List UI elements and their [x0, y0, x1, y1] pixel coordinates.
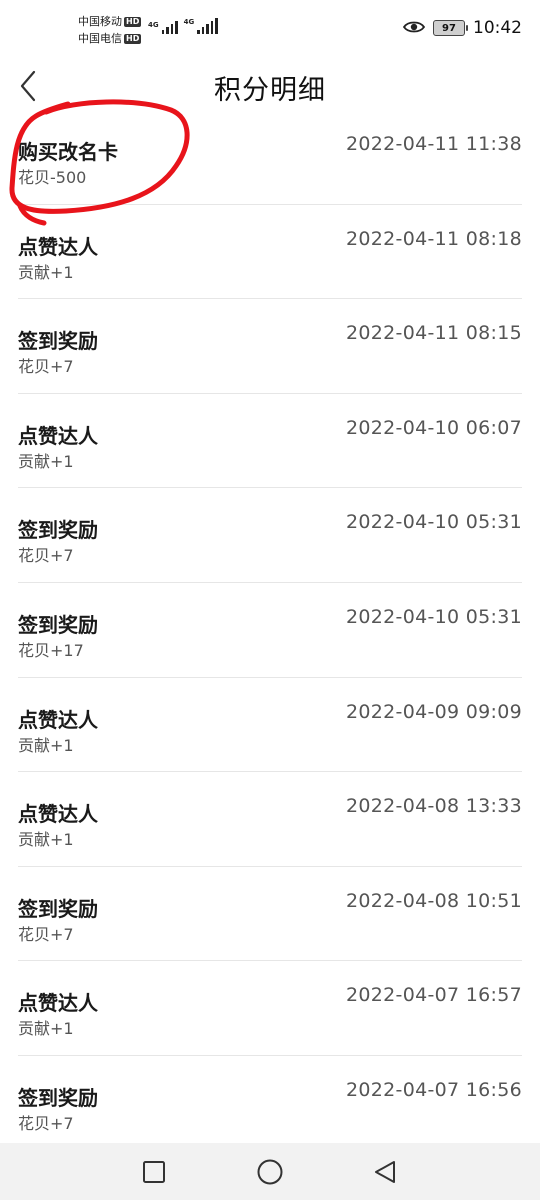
circle-icon: [257, 1159, 283, 1185]
record-datetime: 2022-04-07 16:57: [345, 984, 522, 1007]
record-detail: 花贝+7: [18, 357, 74, 377]
nav-back-button[interactable]: [370, 1157, 400, 1187]
signal-icon: 4G: [148, 21, 178, 34]
signal-icon: 4G: [184, 18, 218, 34]
record-title: 购买改名卡: [18, 140, 118, 164]
battery-icon: 97: [433, 20, 468, 36]
list-item[interactable]: 点赞达人 贡献+1 2022-04-07 16:57: [0, 961, 540, 1056]
hd-badge: HD: [124, 33, 142, 44]
record-title: 签到奖励: [18, 329, 98, 354]
record-title: 点赞达人: [18, 707, 98, 732]
record-detail: 花贝-500: [18, 168, 87, 187]
hd-badge: HD: [124, 16, 142, 27]
list-item[interactable]: 点赞达人 贡献+1 2022-04-09 09:09: [0, 678, 540, 773]
record-title: 点赞达人: [18, 423, 98, 448]
record-title: 签到奖励: [18, 518, 98, 543]
eye-icon: [402, 19, 426, 38]
app-header: 积分明细: [0, 60, 540, 112]
list-item[interactable]: 签到奖励 花贝+17 2022-04-10 05:31: [0, 583, 540, 678]
record-detail: 花贝+17: [18, 640, 84, 660]
battery-level: 97: [442, 22, 456, 34]
record-datetime: 2022-04-09 09:09: [345, 700, 522, 723]
clock: 10:42: [473, 18, 522, 38]
list-item[interactable]: 签到奖励 花贝+7 2022-04-07 16:56: [0, 1056, 540, 1151]
network-type-label: 4G: [183, 18, 195, 26]
list-item[interactable]: 签到奖励 花贝+7 2022-04-10 05:31: [0, 488, 540, 583]
record-datetime: 2022-04-10 05:31: [345, 511, 522, 534]
record-datetime: 2022-04-11 08:15: [345, 322, 522, 345]
record-detail: 花贝+7: [18, 546, 74, 566]
list-item[interactable]: 点赞达人 贡献+1 2022-04-08 13:33: [0, 772, 540, 867]
list-item[interactable]: 点赞达人 贡献+1 2022-04-11 08:18: [0, 205, 540, 300]
record-datetime: 2022-04-10 05:31: [345, 605, 522, 628]
record-title: 点赞达人: [18, 802, 98, 827]
record-title: 签到奖励: [18, 896, 98, 921]
list-item[interactable]: 点赞达人 贡献+1 2022-04-10 06:07: [0, 394, 540, 489]
record-detail: 贡献+1: [18, 1019, 74, 1039]
record-detail: 花贝+7: [18, 924, 74, 944]
record-detail: 贡献+1: [18, 451, 74, 471]
record-title: 点赞达人: [18, 991, 98, 1016]
record-detail: 花贝+7: [18, 1113, 74, 1133]
record-detail: 贡献+1: [18, 262, 74, 282]
page-title: 积分明细: [214, 75, 326, 106]
points-record-list[interactable]: 购买改名卡 花贝-500 2022-04-11 11:38 点赞达人 贡献+1 …: [0, 110, 540, 1151]
record-datetime: 2022-04-11 08:18: [345, 227, 522, 250]
status-right: 97 10:42: [402, 18, 522, 38]
system-nav-bar: [0, 1143, 540, 1200]
record-title: 签到奖励: [18, 612, 98, 637]
signal-strength: 4G 4G: [148, 18, 218, 34]
record-datetime: 2022-04-07 16:56: [345, 1078, 522, 1101]
record-datetime: 2022-04-08 13:33: [345, 795, 522, 818]
carrier-name-1: 中国移动: [78, 15, 122, 28]
square-icon: [143, 1161, 165, 1183]
list-item[interactable]: 签到奖励 花贝+7 2022-04-11 08:15: [0, 299, 540, 394]
record-title: 签到奖励: [18, 1085, 98, 1110]
list-item[interactable]: 购买改名卡 花贝-500 2022-04-11 11:38: [0, 110, 540, 205]
record-datetime: 2022-04-08 10:51: [345, 889, 522, 912]
triangle-back-icon: [375, 1161, 395, 1183]
network-type-label: 4G: [148, 21, 159, 29]
record-datetime: 2022-04-10 06:07: [345, 416, 522, 439]
record-detail: 贡献+1: [18, 735, 74, 755]
recents-button[interactable]: [139, 1157, 169, 1187]
record-title: 点赞达人: [18, 234, 98, 259]
list-item[interactable]: 签到奖励 花贝+7 2022-04-08 10:51: [0, 867, 540, 962]
record-detail: 贡献+1: [18, 830, 74, 850]
home-button[interactable]: [255, 1157, 285, 1187]
carrier-info: 中国移动 HD 中国电信 HD: [78, 13, 142, 47]
record-datetime: 2022-04-11 11:38: [345, 133, 522, 155]
carrier-name-2: 中国电信: [78, 32, 122, 45]
status-bar: 中国移动 HD 中国电信 HD 4G 4G 97 10:42: [0, 0, 540, 60]
screen: 中国移动 HD 中国电信 HD 4G 4G 97 10:42 积分明细 购买改名…: [0, 0, 540, 1200]
